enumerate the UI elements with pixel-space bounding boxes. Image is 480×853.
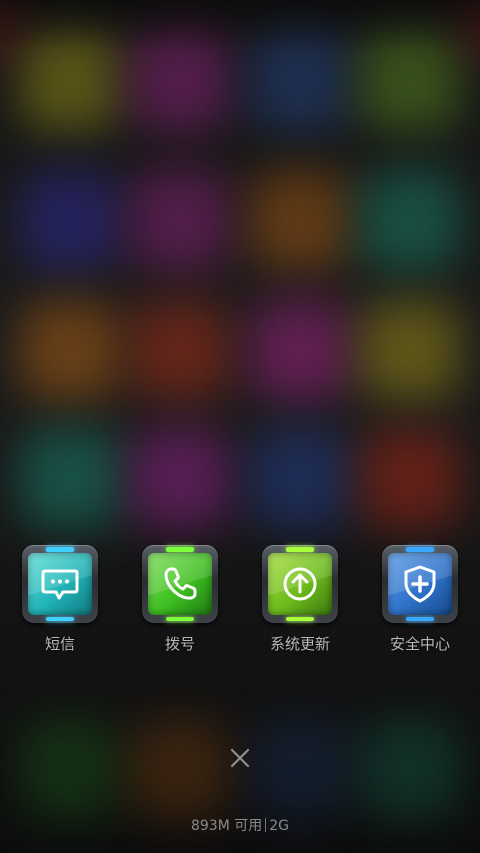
app-messages[interactable]: 短信: [0, 545, 120, 665]
memory-available-text: 893M 可用: [190, 818, 263, 834]
close-recents-button[interactable]: [220, 738, 260, 778]
status-divider: [265, 818, 267, 832]
app-label-messages: 短信: [44, 635, 75, 653]
phone-icon: [142, 545, 218, 623]
app-system-update[interactable]: 系统更新: [240, 545, 360, 665]
close-icon: [230, 748, 250, 768]
app-label-system-update: 系统更新: [269, 635, 330, 653]
memory-status-bar: 893M 可用 2G: [0, 815, 480, 835]
app-security-center[interactable]: 安全中心: [360, 545, 480, 665]
app-phone[interactable]: 拨号: [120, 545, 240, 665]
message-icon: [22, 545, 98, 623]
network-type-text: 2G: [269, 818, 290, 834]
app-label-security-center: 安全中心: [389, 635, 450, 653]
app-label-phone: 拨号: [164, 635, 195, 653]
shield-plus-icon: [382, 545, 458, 623]
background-dim-overlay: [0, 0, 480, 853]
update-arrow-icon: [262, 545, 338, 623]
recent-apps-dock: 短信 拨号 系统更新 安全中心: [0, 545, 480, 665]
